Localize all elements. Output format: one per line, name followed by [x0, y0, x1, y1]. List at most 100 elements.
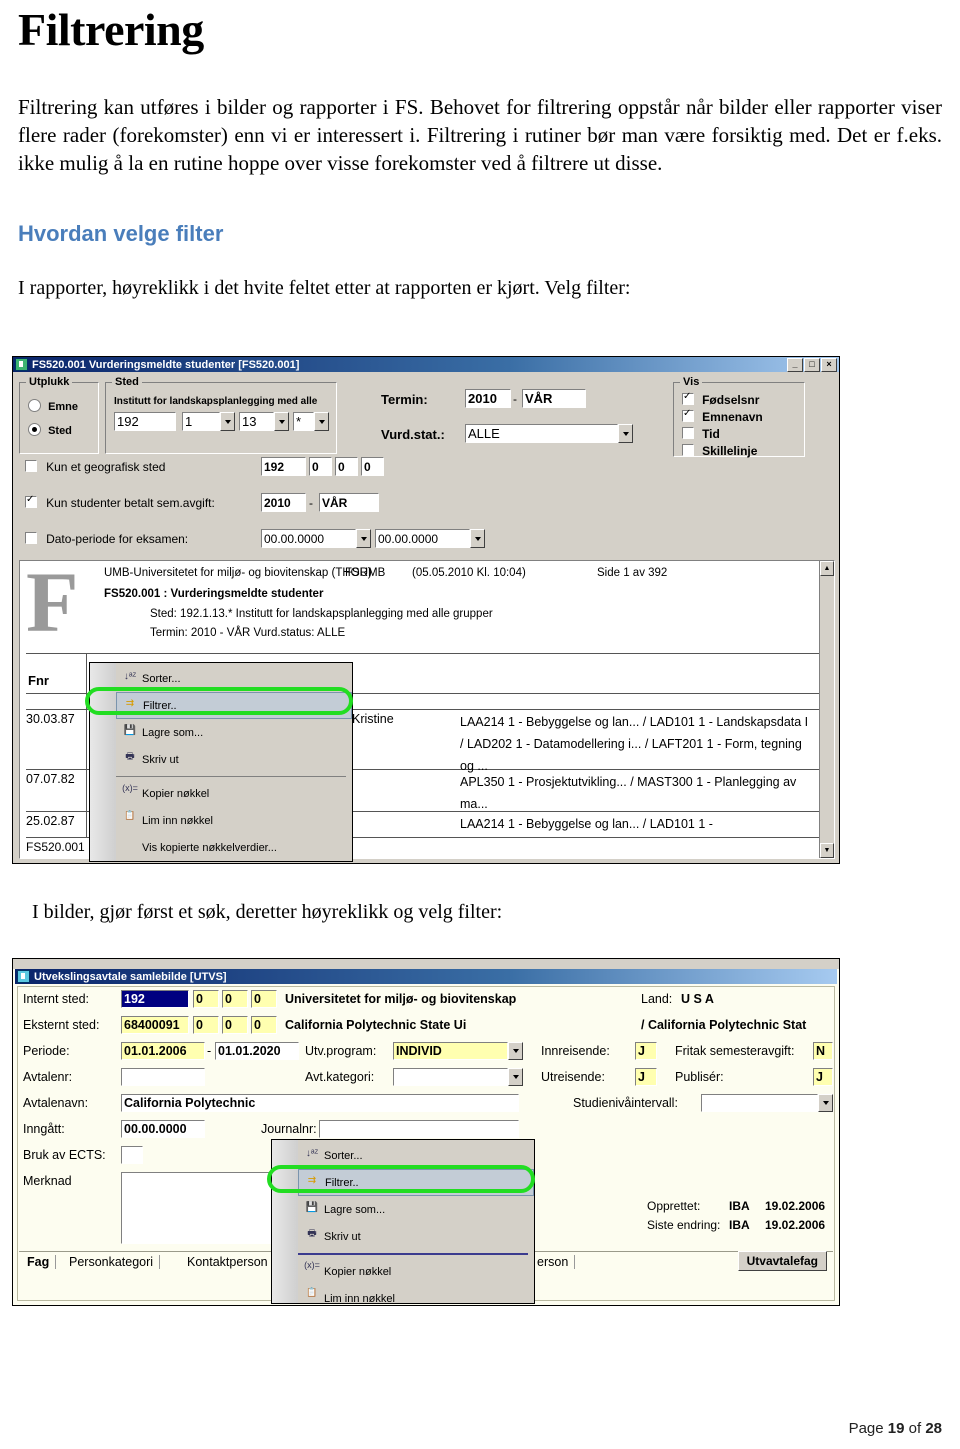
termin-year-field[interactable]: 2010	[465, 389, 511, 408]
avt-kategori-combo[interactable]	[393, 1068, 523, 1086]
menu-item-kopier-nokkel[interactable]: (x)= Kopier nøkkel	[298, 1258, 534, 1285]
semavgift-year-field[interactable]: 2010	[261, 493, 306, 512]
report-header-line1-mid: FSUMB	[345, 567, 386, 579]
eksternt-sted-field-4[interactable]: 0	[251, 1016, 277, 1034]
periode-separator: -	[207, 1044, 212, 1058]
tab-fag[interactable]: Fag	[21, 1255, 57, 1269]
menu-item-lim-inn-nokkel[interactable]: 📋 Lim inn nøkkel	[298, 1285, 534, 1312]
chevron-down-icon	[274, 412, 289, 431]
menu-item-filtrer[interactable]: ⇉ Filtrer..	[298, 1169, 534, 1196]
internt-sted-field-3[interactable]: 0	[222, 990, 248, 1008]
termin-label: Termin:	[381, 392, 428, 407]
internt-sted-field-1[interactable]: 192	[121, 990, 189, 1008]
tab-kontaktperson[interactable]: Kontaktperson	[181, 1255, 275, 1269]
utv-program-value: INDIVID	[393, 1042, 508, 1060]
datoperiode-from-combo[interactable]: 00.00.0000	[261, 529, 371, 548]
report-vertical-scrollbar[interactable]: ▲ ▼	[819, 561, 834, 858]
sted-combo-3[interactable]: 13	[239, 412, 289, 431]
print-icon: 🖶	[307, 1227, 317, 1239]
menu-item-lim-inn-nokkel[interactable]: 📋 Lim inn nøkkel	[116, 807, 352, 834]
table-col-header-fnr: Fnr	[28, 673, 49, 688]
vis-item-emnenavn[interactable]: Emnenavn	[682, 408, 763, 424]
vis-label-tid: Tid	[702, 427, 720, 441]
tab-person[interactable]: erson	[531, 1255, 576, 1269]
utreisende-field[interactable]: J	[635, 1068, 657, 1086]
eksternt-sted-field-1[interactable]: 68400091	[121, 1016, 189, 1034]
menu-item-lagre-som[interactable]: 💾 Lagre som...	[116, 719, 352, 746]
menu-item-skriv-ut[interactable]: 🖶 Skriv ut	[116, 746, 352, 773]
semavgift-season-field[interactable]: VÅR	[319, 493, 379, 512]
scroll-down-button[interactable]: ▼	[820, 843, 834, 858]
table-row: 07.07.82	[26, 772, 75, 786]
geo-field-2[interactable]: 0	[309, 457, 332, 476]
termin-season-field[interactable]: VÅR	[522, 389, 586, 408]
label-betalt-semavgift: Kun studenter betalt sem.avgift:	[46, 496, 215, 510]
vis-item-skillelinje[interactable]: Skillelinje	[682, 444, 757, 458]
meta-opprettet-date: 19.02.2006	[765, 1199, 826, 1213]
innreisende-field[interactable]: J	[635, 1042, 657, 1060]
vis-item-tid[interactable]: Tid	[682, 427, 720, 441]
radio-emne[interactable]: Emne	[28, 399, 78, 413]
geo-field-4[interactable]: 0	[361, 457, 384, 476]
internt-sted-field-4[interactable]: 0	[251, 990, 277, 1008]
report-window-titlebar: FS520.001 Vurderingsmeldte studenter [FS…	[13, 357, 839, 372]
vurdstat-combo[interactable]: ALLE	[465, 424, 633, 443]
menu-item-skriv-ut[interactable]: 🖶 Skriv ut	[298, 1223, 534, 1250]
label-merknad: Merknad	[23, 1174, 72, 1188]
image-context-menu[interactable]: ↓ᵃᶻ Sorter... ⇉ Filtrer.. 💾 Lagre som...…	[271, 1139, 535, 1305]
geo-field-1[interactable]: 192	[261, 457, 306, 476]
journalnr-field[interactable]	[319, 1120, 519, 1138]
scroll-up-button[interactable]: ▲	[820, 561, 834, 576]
sted-group: Sted Institutt for landskapsplanlegging …	[105, 376, 337, 454]
publiser-field[interactable]: J	[813, 1068, 833, 1086]
studieniva-combo[interactable]	[701, 1094, 833, 1112]
menu-item-sorter[interactable]: ↓ᵃᶻ Sorter...	[116, 665, 352, 692]
row-betalt-semavgift[interactable]: Kun studenter betalt sem.avgift:	[25, 494, 215, 510]
avtalenavn-field[interactable]: California Polytechnic	[121, 1094, 519, 1112]
row-datoperiode[interactable]: Dato-periode for eksamen:	[25, 532, 188, 546]
menu-item-lagre-som[interactable]: 💾 Lagre som...	[298, 1196, 534, 1223]
sted-field-1[interactable]: 192	[114, 412, 176, 431]
menu-item-kopier-nokkel[interactable]: (x)= Kopier nøkkel	[116, 780, 352, 807]
report-window-title: FS520.001 Vurderingsmeldte studenter [FS…	[32, 358, 300, 371]
inngatt-field[interactable]: 00.00.0000	[121, 1120, 205, 1138]
menu-item-filtrer[interactable]: ⇉ Filtrer..	[116, 692, 352, 719]
chevron-down-icon	[818, 1094, 833, 1112]
close-button[interactable]: ×	[821, 357, 837, 372]
datoperiode-to-combo[interactable]: 00.00.0000	[375, 529, 485, 548]
label-utreisende: Utreisende:	[541, 1070, 605, 1084]
tab-personkategori[interactable]: Personkategori	[63, 1255, 161, 1269]
eksternt-sted-field-3[interactable]: 0	[222, 1016, 248, 1034]
periode-from-field[interactable]: 01.01.2006	[121, 1042, 205, 1060]
avt-kategori-value	[393, 1068, 508, 1086]
image-window-chrome-top	[13, 959, 839, 969]
filter-icon: ⇉	[307, 1174, 317, 1186]
periode-to-field[interactable]: 01.01.2020	[215, 1042, 299, 1060]
utvavtalefag-button[interactable]: Utvavtalefag	[737, 1251, 827, 1271]
intro-paragraph: Filtrering kan utføres i bilder og rappo…	[18, 95, 942, 175]
checkbox-tid	[682, 427, 694, 439]
report-context-menu[interactable]: ↓ᵃᶻ Sorter... ⇉ Filtrer.. 💾 Lagre som...…	[89, 662, 353, 862]
cell-courses: LAA214 1 - Bebyggelse og lan... / LAD101…	[460, 715, 809, 773]
sted-combo-4[interactable]: *	[293, 412, 329, 431]
maximize-button[interactable]: □	[804, 357, 820, 372]
vis-item-fodselsnr[interactable]: Fødselsnr	[682, 391, 759, 407]
chevron-down-icon	[220, 412, 235, 431]
paste-key-icon: 📋	[124, 809, 136, 820]
merknad-field[interactable]	[121, 1172, 271, 1244]
bruk-ects-field[interactable]	[121, 1146, 143, 1164]
fritak-field[interactable]: N	[813, 1042, 833, 1060]
sted-combo-2[interactable]: 1	[182, 412, 235, 431]
sted-description: Institutt for landskapsplanlegging med a…	[114, 396, 318, 407]
avtalenr-field[interactable]	[121, 1068, 205, 1086]
minimize-button[interactable]: _	[787, 357, 803, 372]
utv-program-combo[interactable]: INDIVID	[393, 1042, 523, 1060]
menu-item-sorter[interactable]: ↓ᵃᶻ Sorter...	[298, 1142, 534, 1169]
row-geografisk-sted[interactable]: Kun et geografisk sted	[25, 460, 165, 474]
geo-field-3[interactable]: 0	[335, 457, 358, 476]
menu-item-vis-kopierte[interactable]: Vis kopierte nøkkelverdier...	[116, 834, 352, 861]
radio-sted[interactable]: Sted	[28, 423, 72, 437]
eksternt-sted-field-2[interactable]: 0	[193, 1016, 219, 1034]
cell-name: Kristine	[352, 712, 394, 726]
internt-sted-field-2[interactable]: 0	[193, 990, 219, 1008]
